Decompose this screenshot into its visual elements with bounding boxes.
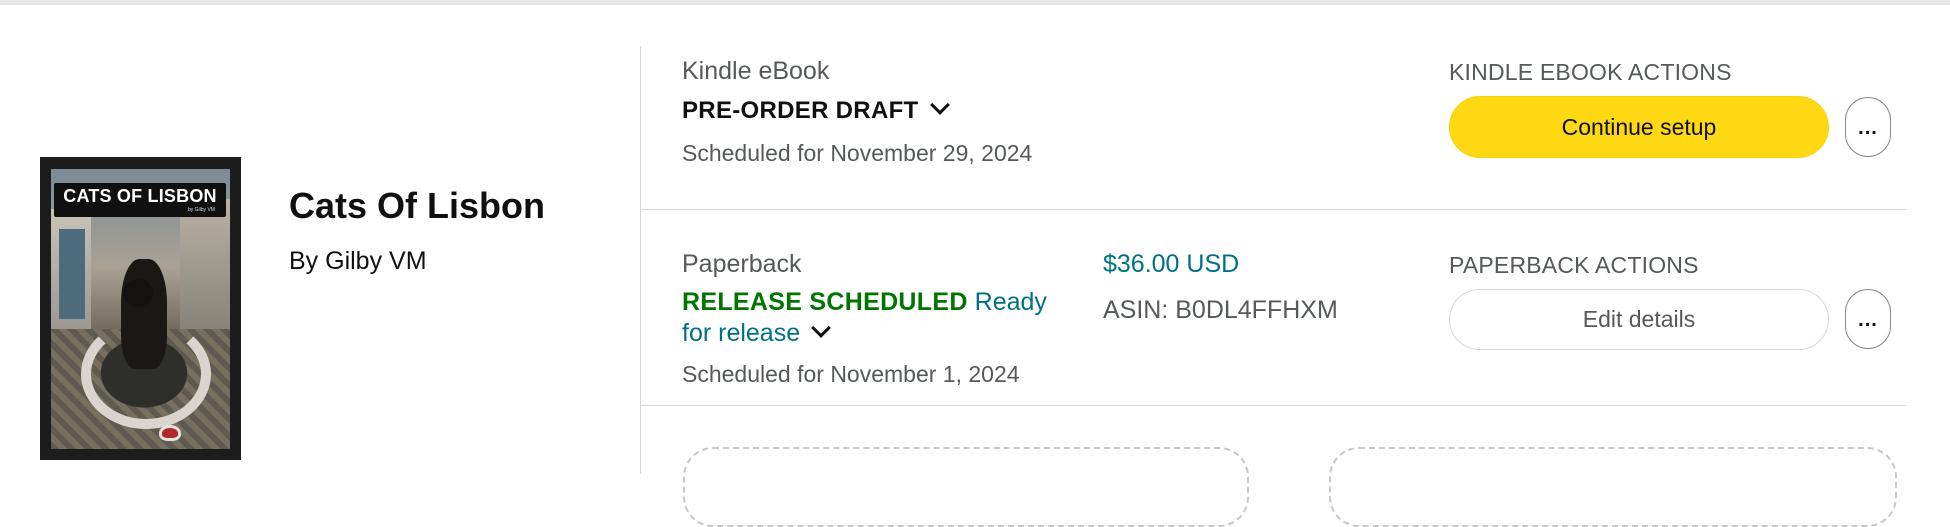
paperback-status-dropdown[interactable]: RELEASE SCHEDULED Ready for release: [682, 287, 1082, 349]
row-divider: [641, 209, 1906, 210]
top-border: [0, 0, 1950, 5]
add-format-card[interactable]: [683, 447, 1249, 527]
cover-cat: [121, 259, 167, 369]
paperback-status-label: RELEASE SCHEDULED: [682, 288, 968, 316]
paperback-more-actions-button[interactable]: ...: [1845, 289, 1891, 349]
kindle-scheduled-date: Scheduled for November 29, 2024: [682, 140, 1033, 166]
paperback-format-label: Paperback: [682, 250, 802, 278]
kindle-status-label: PRE-ORDER DRAFT: [682, 97, 919, 124]
edit-details-button[interactable]: Edit details: [1449, 289, 1829, 350]
row-divider: [641, 405, 1906, 406]
add-format-card[interactable]: [1329, 447, 1897, 527]
cover-door: [59, 229, 85, 319]
chevron-down-icon: [929, 95, 950, 115]
paperback-actions-label: PAPERBACK ACTIONS: [1449, 252, 1699, 278]
book-title: Cats Of Lisbon: [289, 185, 546, 226]
cover-cat-head: [123, 279, 153, 307]
column-divider: [640, 46, 641, 474]
kindle-actions-label: KINDLE EBOOK ACTIONS: [1449, 59, 1732, 85]
cover-tail-light: [159, 425, 181, 441]
book-author: By Gilby VM: [289, 247, 427, 275]
continue-setup-button[interactable]: Continue setup: [1449, 96, 1829, 158]
kindle-status-dropdown[interactable]: PRE-ORDER DRAFT: [682, 95, 950, 125]
paperback-asin: ASIN: B0DL4FFHXM: [1103, 296, 1338, 324]
kindle-format-label: Kindle eBook: [682, 57, 830, 85]
paperback-price: $36.00 USD: [1103, 250, 1240, 278]
cover-title: CATS OF LISBON: [63, 186, 217, 206]
chevron-down-icon: [811, 318, 832, 338]
book-cover-image[interactable]: CATS OF LISBON by Gilby VM: [40, 157, 241, 460]
paperback-scheduled-date: Scheduled for November 1, 2024: [682, 361, 1020, 387]
kindle-more-actions-button[interactable]: ...: [1845, 97, 1891, 157]
cover-author: by Gilby VM: [188, 207, 215, 213]
